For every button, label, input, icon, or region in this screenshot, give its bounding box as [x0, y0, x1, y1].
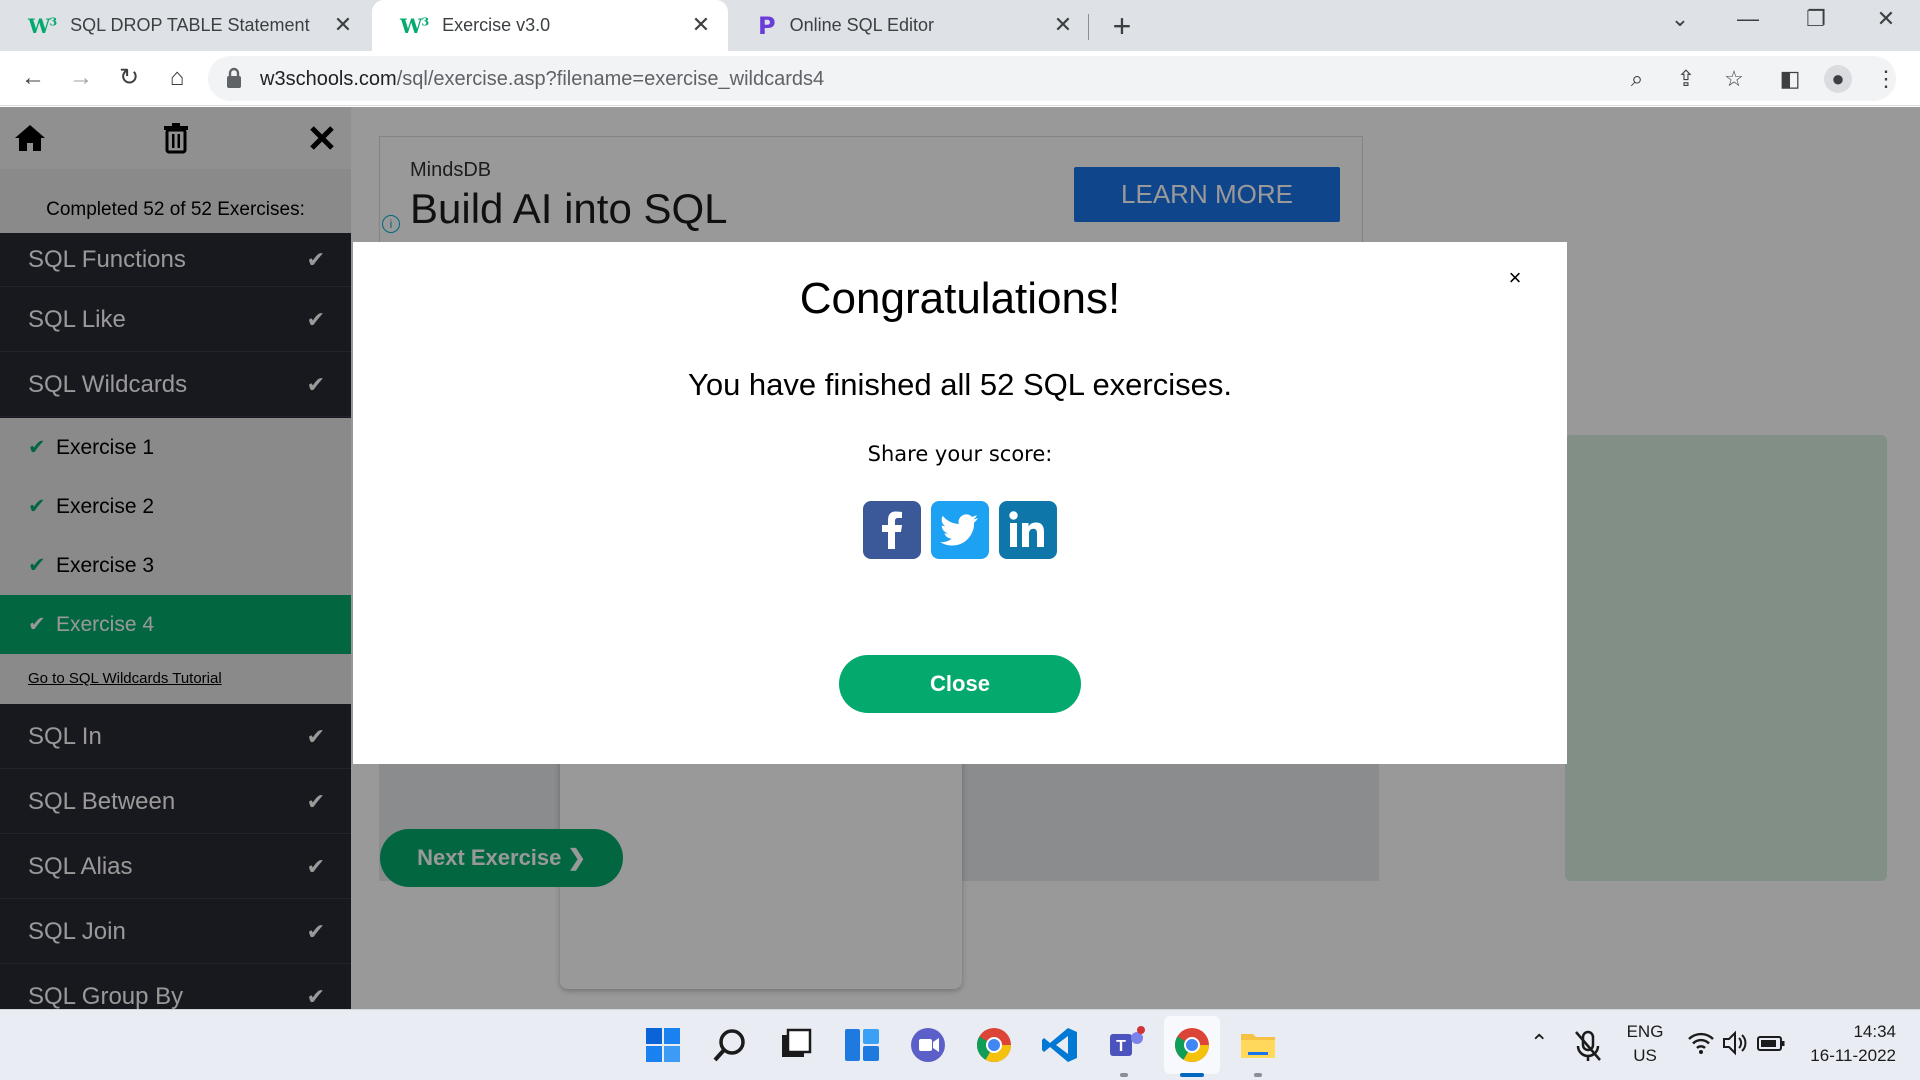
clock[interactable]: 14:34 16-11-2022	[1800, 1022, 1896, 1066]
file-explorer-icon[interactable]	[1238, 1025, 1278, 1065]
new-tab-icon[interactable]: +	[1104, 8, 1140, 45]
congratulations-modal: × Congratulations! You have finished all…	[353, 242, 1567, 764]
running-indicator	[1254, 1073, 1262, 1077]
back-arrow-icon[interactable]: ←	[16, 61, 50, 95]
teams-icon[interactable]: T	[1106, 1025, 1146, 1065]
url-path: /sql/exercise.asp?filename=exercise_wild…	[396, 68, 825, 90]
teams-chat-icon[interactable]	[908, 1025, 948, 1065]
modal-close-button[interactable]: Close	[839, 655, 1081, 713]
browser-tab-bar: W3 SQL DROP TABLE Statement ✕ W3 Exercis…	[0, 0, 1920, 51]
language-indicator[interactable]: ENG US	[1622, 1022, 1668, 1066]
tab-title: SQL DROP TABLE Statement	[70, 15, 310, 35]
tab-close-icon[interactable]: ✕	[688, 12, 714, 38]
battery-icon[interactable]	[1756, 1028, 1786, 1058]
twitter-icon	[940, 514, 978, 546]
linkedin-icon	[1009, 511, 1044, 547]
chrome-icon[interactable]	[974, 1025, 1014, 1065]
side-panel-icon[interactable]: ◧	[1776, 65, 1804, 93]
bookmark-star-icon[interactable]: ☆	[1720, 65, 1748, 93]
url-text[interactable]: w3schools.com/sql/exercise.asp?filename=…	[260, 68, 824, 91]
windows-taskbar: T ⌃ ENG US 14:34 16-11-2022	[0, 1009, 1920, 1080]
chrome-active-icon[interactable]	[1172, 1025, 1212, 1065]
browser-tab-sql-drop-table[interactable]: W3 SQL DROP TABLE Statement ✕	[0, 0, 370, 51]
modal-message: You have finished all 52 SQL exercises.	[688, 367, 1232, 402]
widgets-icon[interactable]	[842, 1025, 882, 1065]
windows-start-icon[interactable]	[643, 1025, 683, 1065]
tab-close-icon[interactable]: ✕	[1050, 12, 1076, 38]
w3schools-icon: W3	[400, 13, 429, 38]
time-text: 14:34	[1853, 1022, 1896, 1041]
tray-chevron-up-icon[interactable]: ⌃	[1530, 1030, 1548, 1056]
search-icon[interactable]	[710, 1025, 750, 1065]
programiz-icon: P	[758, 11, 776, 40]
modal-title: Congratulations!	[799, 274, 1121, 323]
svg-text:T: T	[1116, 1038, 1126, 1055]
running-indicator	[1120, 1073, 1128, 1077]
share-icon[interactable]: ⇪	[1672, 65, 1700, 93]
tab-close-icon[interactable]: ✕	[330, 12, 356, 38]
region-text: US	[1633, 1046, 1657, 1065]
active-indicator	[1180, 1073, 1204, 1077]
forward-arrow-icon[interactable]: →	[64, 61, 98, 95]
web-page: Completed 52 of 52 Exercises: SQL Functi…	[0, 107, 1920, 1009]
volume-icon[interactable]	[1720, 1028, 1750, 1058]
lang-text: ENG	[1626, 1022, 1664, 1041]
profile-avatar-icon[interactable]: ●	[1824, 65, 1852, 93]
microphone-muted-icon[interactable]	[1568, 1026, 1608, 1066]
tab-search-chevron-icon[interactable]: ⌄	[1660, 6, 1700, 32]
browser-toolbar: ← → ↻ ⌂ w3schools.com/sql/exercise.asp?f…	[0, 51, 1920, 106]
linkedin-share-button[interactable]	[999, 501, 1057, 559]
facebook-icon	[882, 511, 902, 549]
share-label: Share your score:	[867, 442, 1053, 466]
reload-icon[interactable]: ↻	[112, 61, 146, 95]
home-icon[interactable]: ⌂	[160, 61, 194, 95]
tab-separator	[1088, 14, 1089, 40]
vscode-icon[interactable]	[1040, 1025, 1080, 1065]
date-text: 16-11-2022	[1810, 1046, 1896, 1065]
tab-title: Online SQL Editor	[789, 15, 934, 35]
tab-title: Exercise v3.0	[442, 15, 551, 35]
minimize-icon[interactable]: —	[1728, 6, 1768, 32]
menu-kebab-icon[interactable]: ⋮	[1872, 65, 1900, 93]
twitter-share-button[interactable]	[931, 501, 989, 559]
facebook-share-button[interactable]	[863, 501, 921, 559]
zoom-icon[interactable]: ⌕	[1623, 65, 1651, 93]
browser-tab-online-sql-editor[interactable]: P Online SQL Editor ✕	[730, 0, 1090, 51]
url-host: w3schools.com	[260, 68, 397, 90]
lock-icon[interactable]	[224, 67, 244, 89]
browser-tab-exercise[interactable]: W3 Exercise v3.0 ✕	[372, 0, 728, 51]
w3schools-icon: W3	[28, 13, 57, 38]
window-close-icon[interactable]: ✕	[1866, 6, 1906, 32]
wifi-icon[interactable]	[1686, 1028, 1716, 1058]
address-bar[interactable]: w3schools.com/sql/exercise.asp?filename=…	[208, 56, 1896, 101]
restore-icon[interactable]: ❐	[1796, 6, 1836, 32]
task-view-icon[interactable]	[776, 1025, 816, 1065]
